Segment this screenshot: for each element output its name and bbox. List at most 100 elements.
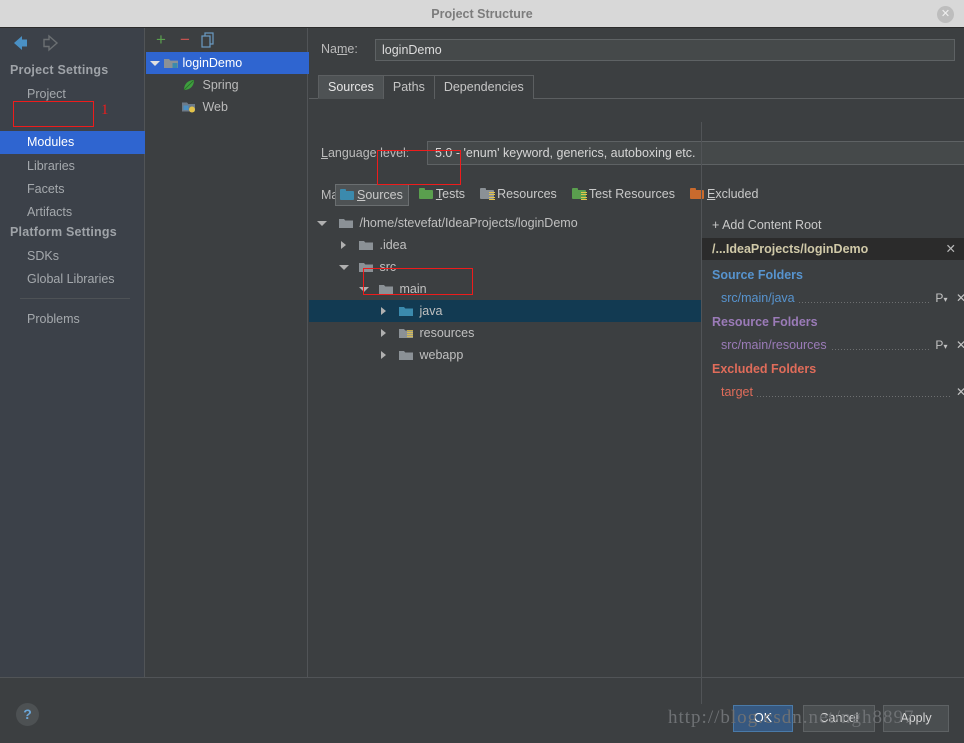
source-folder-path: src/main/java	[721, 291, 798, 305]
tree-row-label: src	[379, 260, 397, 274]
folder-gray-icon	[339, 214, 356, 236]
tree-row-label: resources	[419, 326, 475, 340]
module-editor: Name: loginDemo Sources Paths Dependenci…	[309, 28, 964, 704]
modules-toolbar: + −	[146, 28, 307, 52]
folder-source-icon	[399, 302, 416, 324]
remove-module-button[interactable]: −	[175, 31, 195, 49]
sidebar-item-facets[interactable]: Facets	[0, 178, 145, 201]
sidebar-item-modules[interactable]: Modules	[0, 131, 145, 154]
resource-folder-row-actions: P▾ ✕	[930, 336, 964, 356]
modules-panel: + − loginDemo Spring Web	[146, 28, 325, 677]
sidebar-item-problems[interactable]: Problems	[0, 308, 145, 331]
remove-excluded-folder-icon[interactable]: ✕	[956, 383, 964, 401]
tree-row-idea[interactable]: .idea	[309, 234, 701, 256]
remove-resource-folder-icon[interactable]: ✕	[956, 336, 964, 354]
add-module-button[interactable]: +	[151, 31, 171, 49]
folder-test-resources-icon	[571, 188, 587, 201]
tab-sources[interactable]: Sources	[318, 75, 384, 99]
source-folder-row[interactable]: src/main/java P▾ ✕	[721, 289, 964, 309]
remove-source-folder-icon[interactable]: ✕	[956, 289, 964, 307]
folder-gray-icon	[359, 258, 376, 280]
excluded-folders-header: Excluded Folders	[712, 362, 817, 376]
language-level-select[interactable]: 5.0 - 'enum' keyword, generics, autoboxi…	[427, 141, 964, 165]
forward-arrow-icon	[37, 32, 63, 54]
content-roots-panel: + Add Content Root /...IdeaProjects/logi…	[702, 212, 964, 704]
tab-paths[interactable]: Paths	[382, 75, 435, 99]
package-prefix-icon[interactable]: P▾	[935, 336, 947, 356]
footer-divider	[0, 677, 964, 678]
module-tree-row-logindemo[interactable]: loginDemo	[146, 52, 325, 74]
close-icon[interactable]: ✕	[937, 6, 954, 23]
excluded-folder-path: target	[721, 385, 756, 399]
excluded-folder-row[interactable]: target ✕	[721, 383, 964, 401]
folder-test-icon	[418, 188, 433, 199]
annotation-label-1: 1	[101, 102, 109, 118]
folder-gray-icon	[379, 280, 396, 302]
mark-as-buttons: Sources Tests Resources Test Resources E…	[335, 184, 769, 206]
tree-row-resources[interactable]: resources	[309, 322, 701, 344]
mark-as-excluded-button[interactable]: Excluded	[686, 184, 763, 206]
content-root-header: /...IdeaProjects/loginDemo ✕	[702, 238, 964, 260]
editor-tabs: Sources Paths Dependencies	[318, 75, 534, 99]
sidebar-item-sdks[interactable]: SDKs	[0, 245, 145, 268]
tree-row-main[interactable]: main	[309, 278, 701, 300]
back-arrow-icon[interactable]	[8, 32, 34, 54]
module-icon	[164, 54, 179, 76]
language-level-value: 5.0 - 'enum' keyword, generics, autoboxi…	[435, 146, 696, 160]
source-folder-row-actions: P▾ ✕	[930, 289, 964, 309]
copy-module-button[interactable]	[199, 31, 219, 49]
settings-sidebar: Project Settings Project Modules Librari…	[0, 28, 145, 677]
active-tab-gap	[318, 98, 381, 99]
tree-row-webapp[interactable]: webapp	[309, 344, 701, 366]
folder-gray-icon	[399, 346, 416, 368]
sidebar-item-artifacts[interactable]: Artifacts	[0, 201, 145, 224]
window-title: Project Structure	[431, 7, 533, 21]
sidebar-item-global-libraries[interactable]: Global Libraries	[0, 268, 145, 291]
folder-source-icon	[340, 189, 354, 200]
mark-as-resources-button[interactable]: Resources	[476, 184, 562, 206]
folder-gray-icon	[359, 236, 376, 258]
language-level-label: Language level:	[321, 146, 410, 160]
web-facet-icon	[182, 98, 199, 120]
resource-folders-header: Resource Folders	[712, 315, 818, 329]
sidebar-section-project-settings: Project Settings	[10, 63, 109, 77]
tab-dependencies[interactable]: Dependencies	[433, 75, 534, 99]
content-folder-tree: /home/stevefat/IdeaProjects/loginDemo .i…	[309, 212, 701, 704]
mark-as-tests-button[interactable]: Tests	[415, 184, 470, 206]
sidebar-nav	[8, 32, 63, 56]
module-tree-label: Spring	[202, 78, 239, 92]
package-prefix-icon[interactable]: P▾	[935, 289, 947, 309]
resource-folder-row[interactable]: src/main/resources P▾ ✕	[721, 336, 964, 356]
sidebar-divider	[20, 298, 130, 299]
tree-row-src[interactable]: src	[309, 256, 701, 278]
module-tree-label: loginDemo	[182, 56, 243, 70]
ok-button[interactable]: OK	[733, 705, 793, 732]
resource-folder-path: src/main/resources	[721, 338, 830, 352]
module-name-input[interactable]: loginDemo	[375, 39, 955, 61]
module-tree-label: Web	[202, 100, 228, 114]
spring-leaf-icon	[182, 76, 199, 98]
remove-content-root-icon[interactable]: ✕	[946, 238, 956, 260]
tree-row-label: java	[419, 304, 443, 318]
cancel-button[interactable]: Cancel	[803, 705, 875, 732]
sidebar-item-libraries[interactable]: Libraries	[0, 155, 145, 178]
content-root-path: /...IdeaProjects/loginDemo	[712, 242, 869, 256]
help-button[interactable]: ?	[16, 703, 39, 726]
project-structure-dialog: Project Structure ✕ Project Settings Pro…	[0, 0, 964, 743]
tree-row-label: /home/stevefat/IdeaProjects/loginDemo	[359, 216, 578, 230]
tree-row-java[interactable]: java	[309, 300, 701, 322]
tree-row-label: webapp	[419, 348, 464, 362]
tree-row-label: .idea	[379, 238, 407, 252]
add-content-root-button[interactable]: + Add Content Root	[712, 215, 821, 235]
mark-as-test-resources-button[interactable]: Test Resources	[568, 184, 680, 206]
name-label: Name:	[321, 42, 358, 56]
sidebar-item-project[interactable]: Project	[0, 83, 145, 106]
folder-resources-icon	[480, 188, 496, 201]
apply-button[interactable]: Apply	[883, 705, 949, 732]
tree-row-project-root[interactable]: /home/stevefat/IdeaProjects/loginDemo	[309, 212, 701, 234]
mark-as-sources-button[interactable]: Sources	[335, 184, 409, 206]
folder-resource-icon	[399, 324, 416, 346]
tree-row-label: main	[399, 282, 427, 296]
source-folders-header: Source Folders	[712, 268, 803, 282]
title-bar: Project Structure ✕	[0, 0, 964, 28]
